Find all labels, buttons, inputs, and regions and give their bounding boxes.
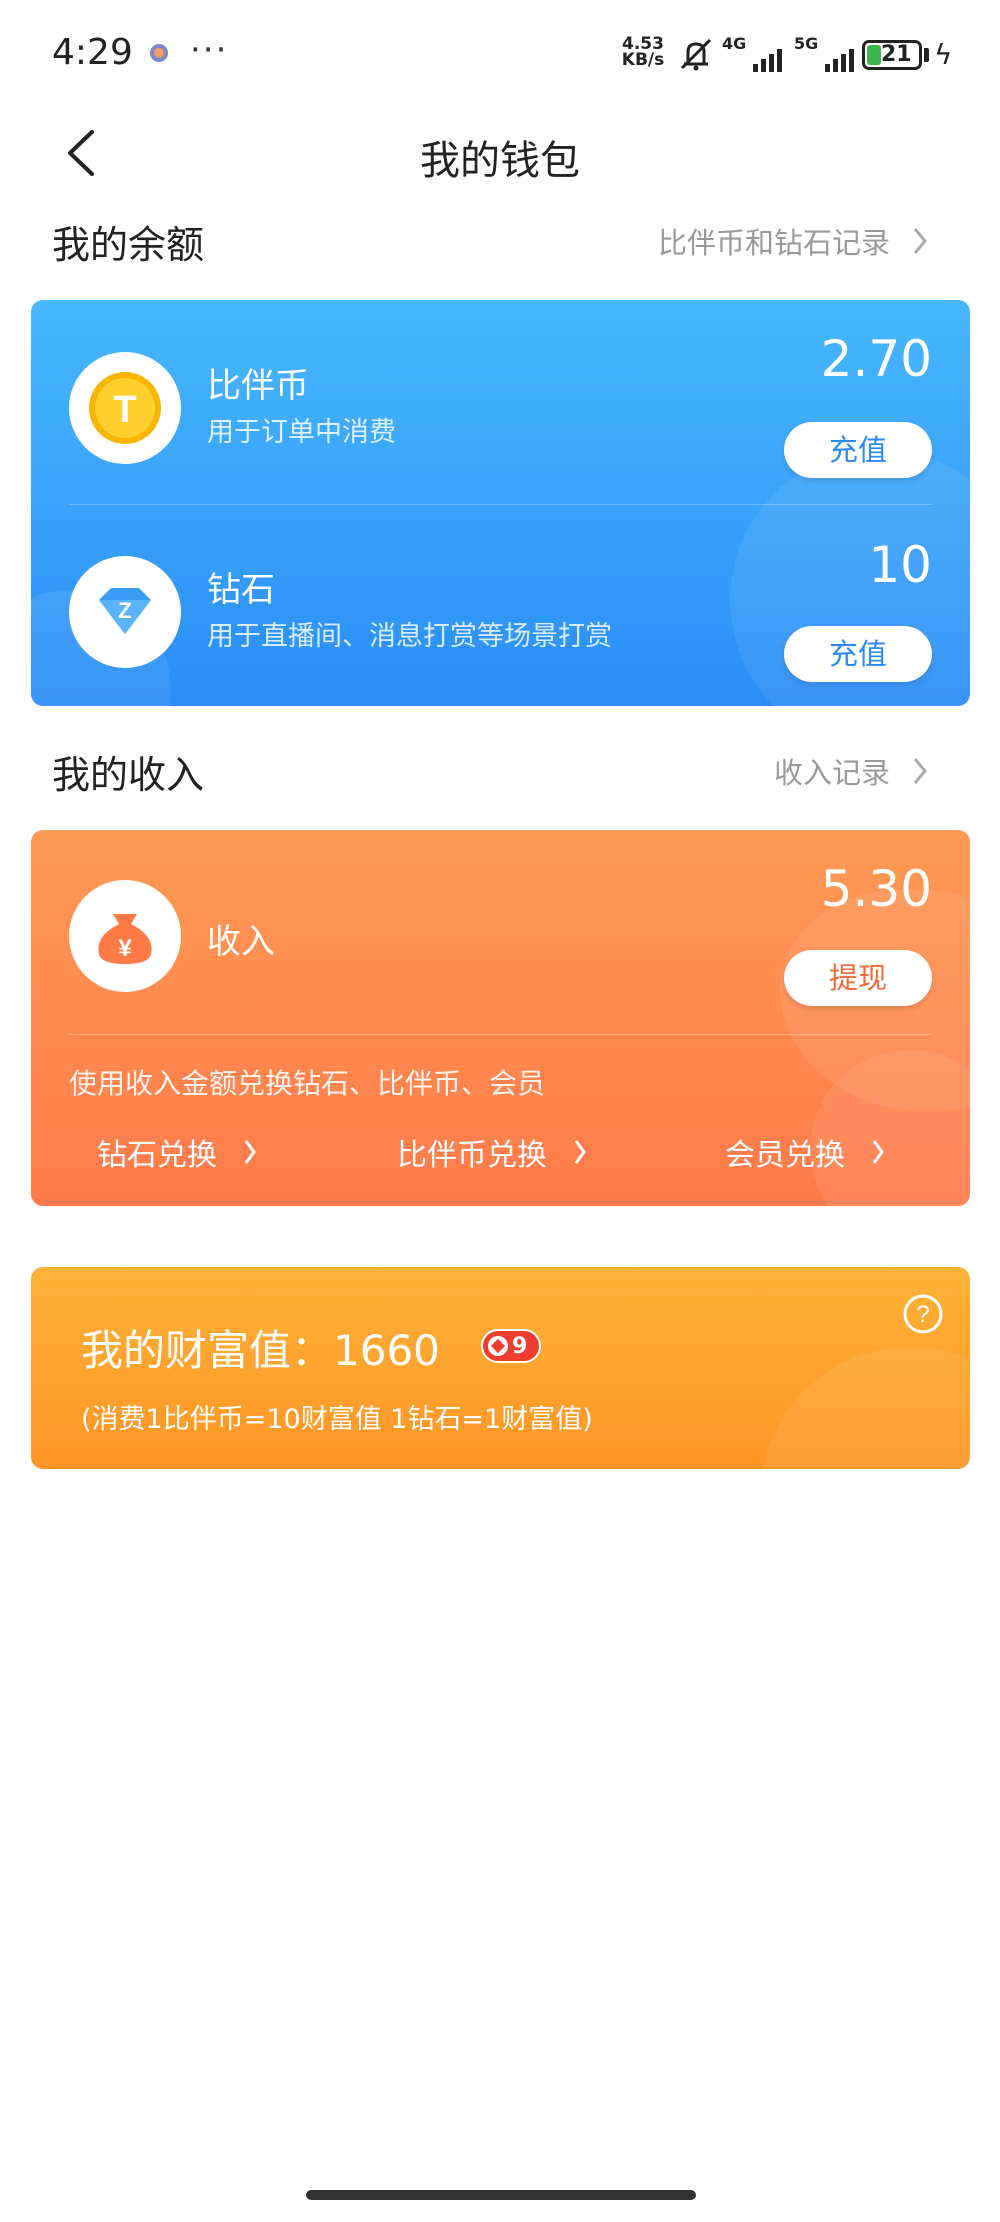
signal-4g-icon: 4G [722,34,782,72]
diamond-icon: Z [69,556,181,668]
page-title: 我的钱包 [420,138,580,184]
coin-icon: T [69,352,181,464]
mute-icon [680,38,712,71]
status-bar: 4:29 ··· 4.53 KB/s 4G 5G 21 ϟ [0,0,1000,110]
coin-name: 比伴币 [207,366,309,406]
income-card: ¥ 收入 5.30 提现 使用收入金额兑换钻石、比伴币、会员 钻石兑换 比伴币兑… [31,830,970,1206]
battery-level: 21 [881,42,912,67]
diamond-name: 钻石 [207,570,275,610]
wealth-value: 我的财富值：1660 [81,1326,440,1375]
svg-text:?: ? [916,1301,929,1328]
diamond-amount: 10 [868,536,932,594]
money-bag-icon: ¥ [69,880,181,992]
exchange-hint: 使用收入金额兑换钻石、比伴币、会员 [69,1067,546,1100]
wealth-card: 我的财富值：1660 9 (消费1比伴币=10财富值 1钻石=1财富值) ? [31,1267,970,1469]
home-indicator[interactable] [306,2190,696,2200]
balance-card: T 比伴币 用于订单中消费 2.70 充值 Z 钻石 用于直播间、消息打赏等场景… [31,300,970,706]
income-section-title: 我的收入 [52,753,205,797]
chevron-right-icon [913,228,927,254]
wealth-rule-note: (消费1比伴币=10财富值 1钻石=1财富值) [81,1404,593,1435]
coin-exchange-link[interactable]: 比伴币兑换 [397,1130,587,1174]
battery-icon: 21 [862,40,922,70]
coin-amount: 2.70 [820,330,932,388]
balance-section-title: 我的余额 [52,223,205,267]
status-time: 4:29 [52,32,133,73]
diamond-desc: 用于直播间、消息打赏等场景打赏 [207,621,612,652]
balance-record-link[interactable]: 比伴币和钻石记录 [658,220,928,262]
svg-text:¥: ¥ [118,935,132,962]
income-amount: 5.30 [820,860,932,918]
withdraw-button[interactable]: 提现 [784,950,932,1006]
signal-5g-icon: 5G [794,34,854,72]
charging-icon: ϟ [934,38,953,71]
svg-text:T: T [113,389,136,431]
wealth-level-badge: 9 [481,1329,541,1363]
chevron-right-icon [244,1140,256,1164]
chevron-right-icon [574,1140,586,1164]
more-notifications-icon: ··· [190,30,229,70]
coin-desc: 用于订单中消费 [207,417,396,448]
svg-text:Z: Z [118,598,131,623]
income-name: 收入 [207,922,275,962]
app-notification-icon [150,44,168,62]
help-icon[interactable]: ? [902,1293,944,1335]
coin-recharge-button[interactable]: 充值 [784,422,932,478]
chevron-right-icon [913,758,927,784]
vip-exchange-link[interactable]: 会员兑换 [725,1130,885,1174]
diamond-exchange-link[interactable]: 钻石兑换 [97,1130,257,1174]
diamond-recharge-button[interactable]: 充值 [784,626,932,682]
income-record-link[interactable]: 收入记录 [774,750,928,792]
chevron-right-icon [872,1140,884,1164]
network-speed: 4.53 KB/s [621,34,665,70]
